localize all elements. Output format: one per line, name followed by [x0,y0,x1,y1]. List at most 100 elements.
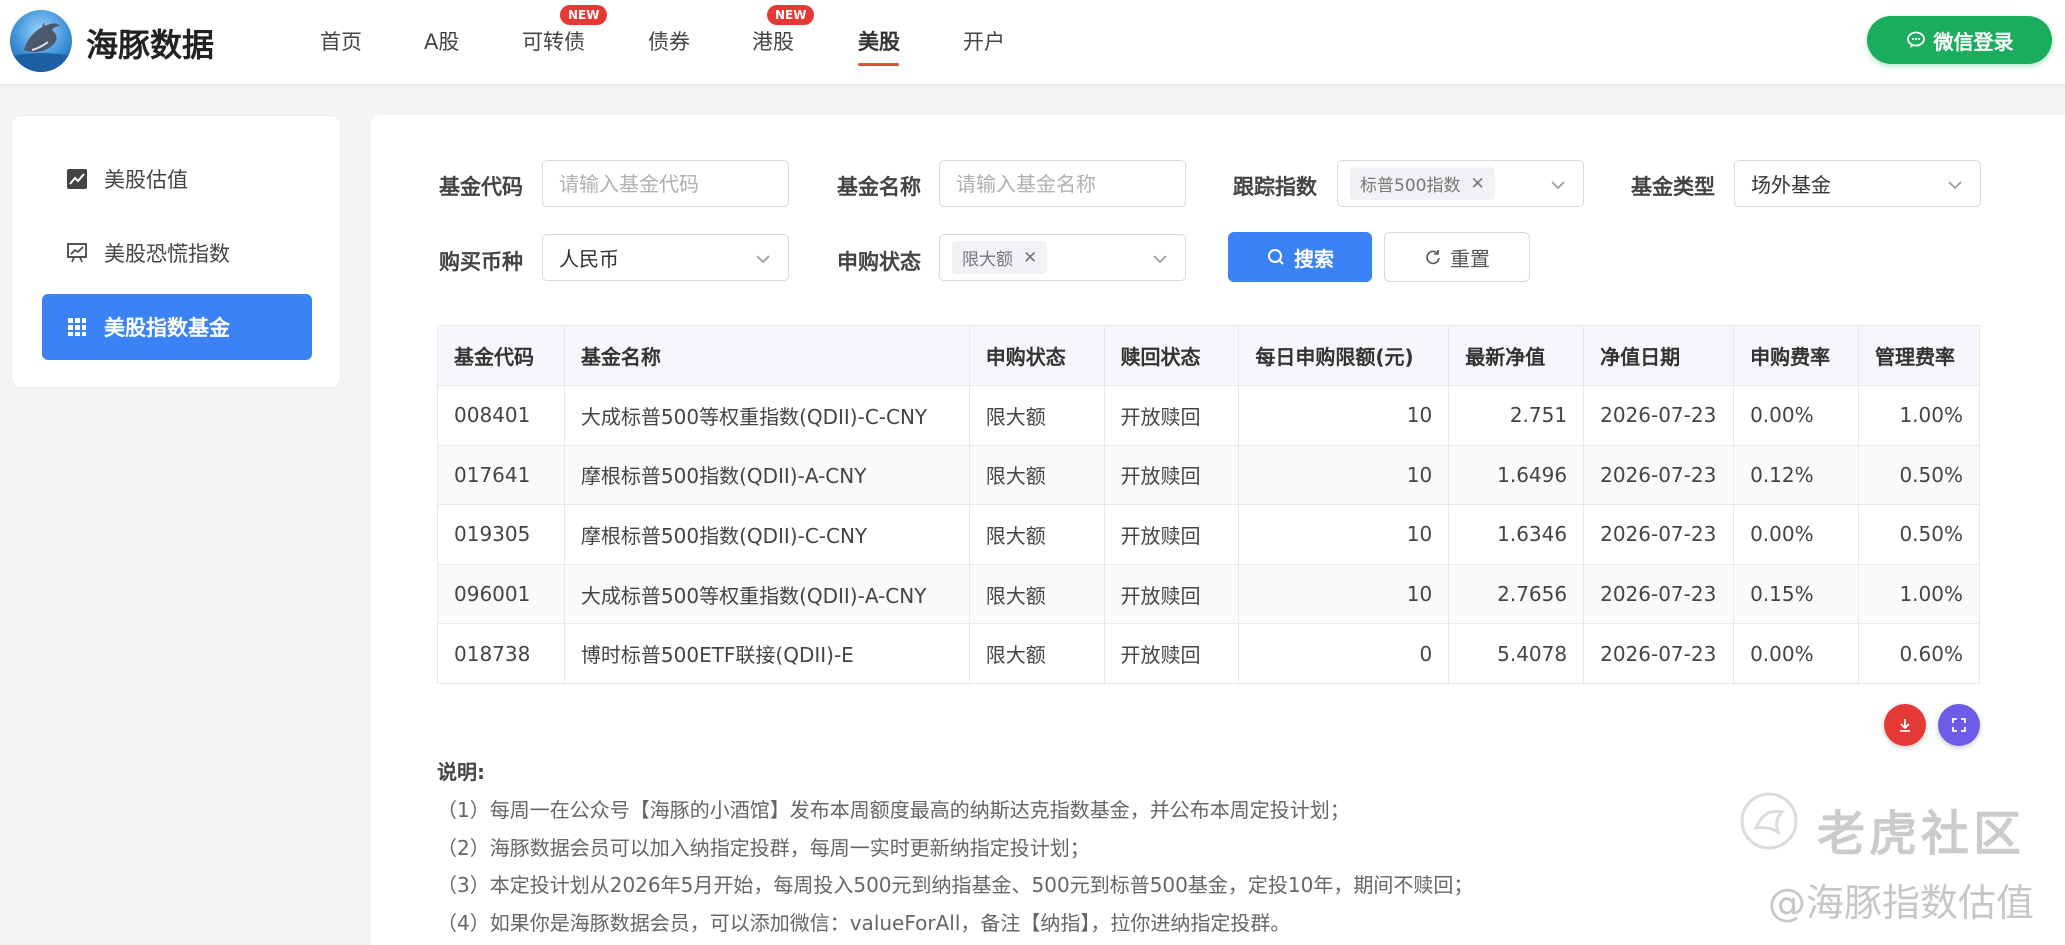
wechat-login-button[interactable]: 微信登录 [1867,16,2052,64]
fund-table: 基金代码 基金名称 申购状态 赎回状态 每日申购限额(元) 最新净值 净值日期 … [437,325,1981,684]
fund-type-label: 基金类型 [1631,175,1715,199]
reset-button-label: 重置 [1450,246,1490,271]
fund-name-label: 基金名称 [837,175,921,199]
cell-fund-name: 大成标普500等权重指数(QDII)-A-CNY [563,563,970,625]
cell-purchase-status: 限大额 [968,504,1105,565]
chevron-down-icon [1153,255,1167,264]
column-header[interactable]: 申购状态 [968,325,1105,386]
nav-a-share[interactable]: A股 [424,26,459,56]
column-header[interactable]: 管理费率 [1857,325,1981,386]
download-icon [1900,719,1910,732]
reset-button[interactable]: 重置 [1384,232,1530,282]
sidebar-item-us-fear-index[interactable]: 美股恐慌指数 [42,220,312,286]
cell-purchase-fee: 0.00% [1733,385,1859,446]
cell-fund-name: 大成标普500等权重指数(QDII)-C-CNY [563,385,970,446]
cell-nav-date: 2026-07-23 [1583,385,1735,446]
tracking-index-tag: 标普500指数 ✕ [1350,167,1495,200]
fund-type-select[interactable]: 场外基金 [1734,160,1981,207]
chevron-down-icon [1948,181,1962,190]
sidebar-item-us-valuation[interactable]: 美股估值 [42,146,312,212]
cell-redeem-status: 开放赎回 [1103,563,1240,625]
table-row[interactable]: 096001 大成标普500等权重指数(QDII)-A-CNY 限大额 开放赎回… [437,563,1981,625]
note-line: （2）海豚数据会员可以加入纳指定投群，每周一实时更新纳指定投计划； [437,836,1090,860]
chevron-down-icon [1551,181,1565,190]
tracking-index-label: 跟踪指数 [1233,175,1317,199]
column-header[interactable]: 赎回状态 [1103,325,1240,386]
purchase-status-label: 申购状态 [837,250,921,274]
fullscreen-button[interactable] [1938,704,1980,746]
column-header[interactable]: 基金名称 [563,325,970,386]
tracking-index-select[interactable]: 标普500指数 ✕ [1337,160,1584,207]
fund-type-value: 场外基金 [1751,173,1831,197]
cell-redeem-status: 开放赎回 [1103,385,1240,446]
fullscreen-icon [1952,718,1966,732]
cell-nav-date: 2026-07-23 [1583,563,1735,625]
cell-management-fee: 0.50% [1857,504,1981,565]
cell-redeem-status: 开放赎回 [1103,444,1240,506]
cell-purchase-status: 限大额 [968,385,1105,446]
close-icon[interactable]: ✕ [1470,174,1484,194]
purchase-status-tag: 限大额 ✕ [952,241,1048,274]
table-row[interactable]: 008401 大成标普500等权重指数(QDII)-C-CNY 限大额 开放赎回… [437,385,1981,446]
table-row[interactable]: 018738 博时标普500ETF联接(QDII)-E 限大额 开放赎回 0 5… [437,623,1981,684]
fund-code-input[interactable] [542,160,789,207]
cell-daily-limit: 10 [1238,444,1450,506]
cell-management-fee: 0.60% [1857,623,1981,684]
main-panel: 基金代码 基金名称 跟踪指数 标普500指数 ✕ 基金类型 场外基金 购买币种 … [371,115,2065,945]
currency-value: 人民币 [559,247,619,271]
cell-fund-code: 017641 [437,444,565,506]
tag-label: 标普500指数 [1360,176,1461,196]
table-row[interactable]: 019305 摩根标普500指数(QDII)-C-CNY 限大额 开放赎回 10… [437,504,1981,565]
nav-convertible-bond[interactable]: 可转债 [522,26,585,56]
refresh-icon [1426,250,1440,265]
download-button[interactable] [1884,704,1926,746]
column-header[interactable]: 最新净值 [1448,325,1585,386]
currency-select[interactable]: 人民币 [542,234,789,281]
cell-fund-code: 018738 [437,623,565,684]
column-header[interactable]: 基金代码 [437,325,565,386]
cell-nav-date: 2026-07-23 [1583,504,1735,565]
cell-daily-limit: 10 [1238,504,1450,565]
cell-purchase-status: 限大额 [968,563,1105,625]
nav-bond[interactable]: 债券 [648,26,690,56]
wechat-login-label: 微信登录 [1933,29,2014,54]
tag-label: 限大额 [962,250,1013,270]
sidebar-item-label: 美股指数基金 [104,316,230,340]
nav-hk-stock[interactable]: 港股 [752,26,794,56]
brand-name[interactable]: 海豚数据 [86,20,214,66]
search-button[interactable]: 搜索 [1228,232,1372,282]
cell-fund-name: 博时标普500ETF联接(QDII)-E [563,623,970,684]
cell-fund-name: 摩根标普500指数(QDII)-A-CNY [563,444,970,506]
sidebar-item-label: 美股估值 [104,168,188,192]
top-header: 海豚数据 首页 A股 可转债 NEW 债券 港股 NEW 美股 开户 微信登录 [0,0,2065,85]
nav-home[interactable]: 首页 [320,26,362,56]
cell-daily-limit: 10 [1238,563,1450,625]
close-icon[interactable]: ✕ [1023,248,1037,268]
nav-us-stock[interactable]: 美股 [858,26,900,56]
sidebar-item-us-index-fund[interactable]: 美股指数基金 [42,294,312,360]
nav-open-account[interactable]: 开户 [963,26,1005,56]
cell-purchase-fee: 0.00% [1733,504,1859,565]
cell-purchase-status: 限大额 [968,623,1105,684]
cell-nav-date: 2026-07-23 [1583,623,1735,684]
cell-fund-code: 096001 [437,563,565,625]
new-badge: NEW [560,5,608,25]
dolphin-logo-icon[interactable] [10,10,72,72]
purchase-status-select[interactable]: 限大额 ✕ [939,234,1186,281]
grid-icon [68,318,86,336]
cell-nav: 5.4078 [1448,623,1585,684]
currency-label: 购买币种 [439,250,523,274]
search-button-label: 搜索 [1294,246,1334,271]
table-row[interactable]: 017641 摩根标普500指数(QDII)-A-CNY 限大额 开放赎回 10… [437,444,1981,506]
sidebar-item-label: 美股恐慌指数 [104,242,230,266]
cell-nav-date: 2026-07-23 [1583,444,1735,506]
column-header[interactable]: 每日申购限额(元) [1238,325,1450,386]
wechat-icon [1906,31,1925,48]
fund-name-input[interactable] [939,160,1186,207]
search-icon [1268,249,1284,265]
tiger-logo-icon [1740,792,1798,850]
table-header-row: 基金代码 基金名称 申购状态 赎回状态 每日申购限额(元) 最新净值 净值日期 … [437,325,1981,386]
column-header[interactable]: 净值日期 [1583,325,1735,386]
column-header[interactable]: 申购费率 [1733,325,1859,386]
cell-management-fee: 1.00% [1857,563,1981,625]
